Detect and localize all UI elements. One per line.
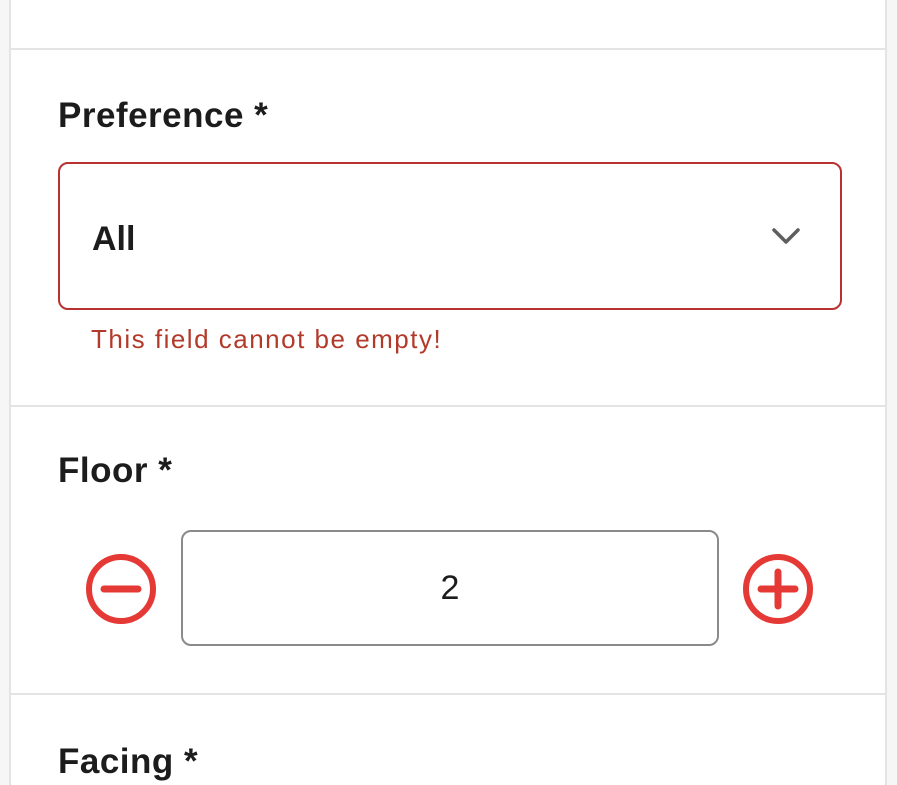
chevron-down-icon <box>772 228 800 244</box>
preference-error-message: This field cannot be empty! <box>91 324 443 354</box>
section-divider <box>11 405 885 407</box>
plus-circle-icon[interactable] <box>741 552 815 626</box>
facing-label: Facing * <box>58 742 199 781</box>
floor-label: Floor * <box>58 451 173 490</box>
form-container: Preference * All This field cannot be em… <box>9 0 887 785</box>
minus-circle-icon[interactable] <box>84 552 158 626</box>
section-divider <box>11 693 885 695</box>
preference-label: Preference * <box>58 96 269 135</box>
section-divider <box>11 48 885 50</box>
preference-selected-value: All <box>92 220 136 258</box>
preference-select[interactable]: All <box>58 162 842 310</box>
floor-value: 2 <box>440 568 460 607</box>
floor-quantity-input[interactable]: 2 <box>181 530 719 646</box>
